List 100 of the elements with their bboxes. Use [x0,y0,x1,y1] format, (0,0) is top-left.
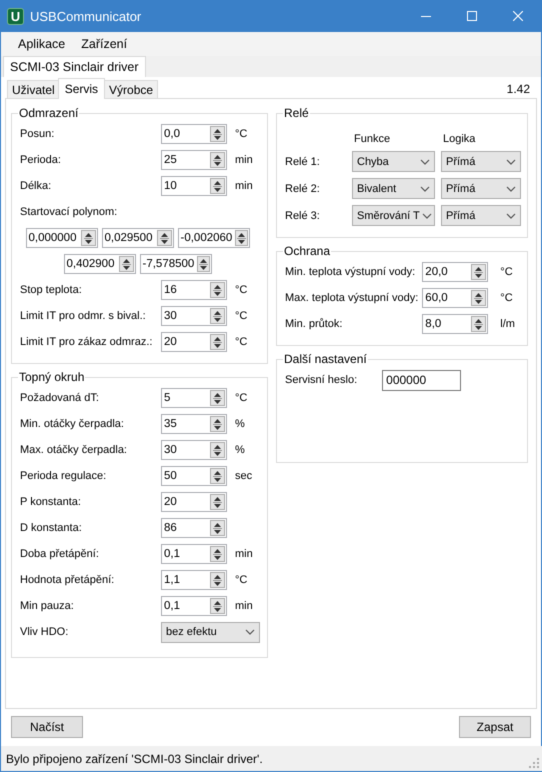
field-label: Min. průtok: [285,318,344,330]
close-icon[interactable] [513,11,523,21]
dropdown[interactable]: bez efektu [161,622,260,642]
spin-button[interactable] [210,390,225,406]
tab[interactable]: Výrobce [104,80,158,98]
spin-field[interactable]: 0,1 [161,544,227,564]
spin-field[interactable]: 0,029500 [102,228,174,248]
spin-field[interactable]: 0,402900 [64,254,136,274]
spin-button[interactable] [210,598,225,614]
chevron-down-icon [506,158,516,164]
version-label: 1.42 [506,82,530,96]
field-label: Stop teplota: [20,284,83,296]
spin-field[interactable]: -7,578500 [140,254,212,274]
spin-button[interactable] [471,290,486,306]
unit-label: % [234,418,246,430]
field-label: Perioda: [20,154,62,166]
document-tab[interactable]: SCMI-03 Sinclair driver [3,56,146,77]
spin-button[interactable] [210,520,225,536]
spin-button[interactable] [210,126,225,142]
spin-button[interactable] [210,282,225,298]
password-field[interactable]: 000000 [382,370,462,390]
spin-button[interactable] [210,494,225,510]
spin-field[interactable]: 5 [161,388,227,408]
field-label: Perioda regulace: [20,470,108,482]
field-label: Hodnota přetápění: [20,574,116,586]
field-label: Max. teplota výstupní vody: [285,292,418,304]
chevron-down-icon [420,158,430,164]
spin-button[interactable] [156,230,172,246]
spin-field[interactable]: 10 [161,176,227,196]
field-label: Vliv HDO: [20,626,70,638]
unit-label: min [234,154,254,166]
spin-field[interactable]: 86 [161,518,227,538]
write-button[interactable]: Zapsat [459,716,531,738]
field-label: Posun: [20,128,56,140]
menu-item[interactable]: Aplikace [10,34,74,54]
dropdown[interactable]: Přímá [441,178,521,199]
spin-field[interactable]: 0,1 [161,596,227,616]
spin-field[interactable]: 20,0 [422,262,488,282]
chevron-down-icon [506,186,516,192]
dropdown[interactable]: Chyba [352,151,435,172]
resize-grip-icon[interactable] [529,758,539,768]
spin-field[interactable]: 60,0 [422,288,488,308]
spin-button[interactable] [210,442,225,458]
dropdown[interactable]: Bivalent [352,178,435,199]
chevron-down-icon [422,212,432,218]
window-title: USBCommunicator [30,8,142,24]
spin-button[interactable] [210,572,225,588]
field-label: Limit IT pro zákaz odmraz.: [20,336,154,348]
unit-label: °C [234,128,248,140]
dropdown[interactable]: Přímá [441,205,521,226]
group-title: Ochrana [283,244,332,258]
tab[interactable]: Uživatel [7,80,60,98]
field-label: Doba přetápění: [20,548,100,560]
field-label: Délka: [20,180,52,192]
group-title: Další nastavení [283,352,368,366]
unit-label: sec [234,470,254,482]
spin-button[interactable] [210,546,225,562]
unit-label: % [234,444,246,456]
group-title: Relé [283,106,310,120]
spin-field[interactable]: 30 [161,440,227,460]
spin-button[interactable] [210,178,225,194]
spin-button[interactable] [210,416,225,432]
unit-label: l/m [499,318,516,330]
unit-label: °C [234,392,248,404]
spin-button[interactable] [471,264,486,280]
spin-field[interactable]: 16 [161,280,227,300]
spin-field[interactable]: 20 [161,492,227,512]
tab[interactable]: Servis [58,78,106,99]
load-button[interactable]: Načíst [11,716,83,738]
spin-field[interactable]: 50 [161,466,227,486]
relay-label: Relé 3: [285,210,321,222]
group-title: Topný okruh [18,370,86,384]
field-label: Limit IT pro odmr. s bival.: [20,310,147,322]
spin-button[interactable] [197,256,210,272]
spin-field[interactable]: 8,0 [422,314,488,334]
spin-button[interactable] [210,308,225,324]
spin-field[interactable]: 0,000000 [26,228,98,248]
dropdown[interactable]: Přímá [441,151,521,172]
column-header: Funkce [353,133,392,147]
spin-button[interactable] [80,230,96,246]
spin-field[interactable]: -0,002060 [178,228,250,248]
spin-field[interactable]: 1,1 [161,570,227,590]
spin-field[interactable]: 0,0 [161,124,227,144]
field-label: Max. otáčky čerpadla: [20,444,128,456]
chevron-down-icon [420,186,430,192]
dropdown[interactable]: Směrování T [352,205,435,226]
spin-field[interactable]: 30 [161,306,227,326]
spin-field[interactable]: 25 [161,150,227,170]
spin-button[interactable] [210,468,225,484]
status-text: Bylo připojeno zařízení 'SCMI-03 Sinclair driver'. [6,752,264,766]
maximize-icon[interactable] [467,11,477,21]
spin-button[interactable] [235,230,248,246]
menu-item[interactable]: Zařízení [73,34,136,54]
field-label: Servisní heslo: [285,374,358,386]
spin-field[interactable]: 35 [161,414,227,434]
spin-button[interactable] [210,334,225,350]
spin-button[interactable] [118,256,134,272]
spin-button[interactable] [471,316,486,332]
spin-field[interactable]: 20 [161,332,227,352]
spin-button[interactable] [210,152,225,168]
